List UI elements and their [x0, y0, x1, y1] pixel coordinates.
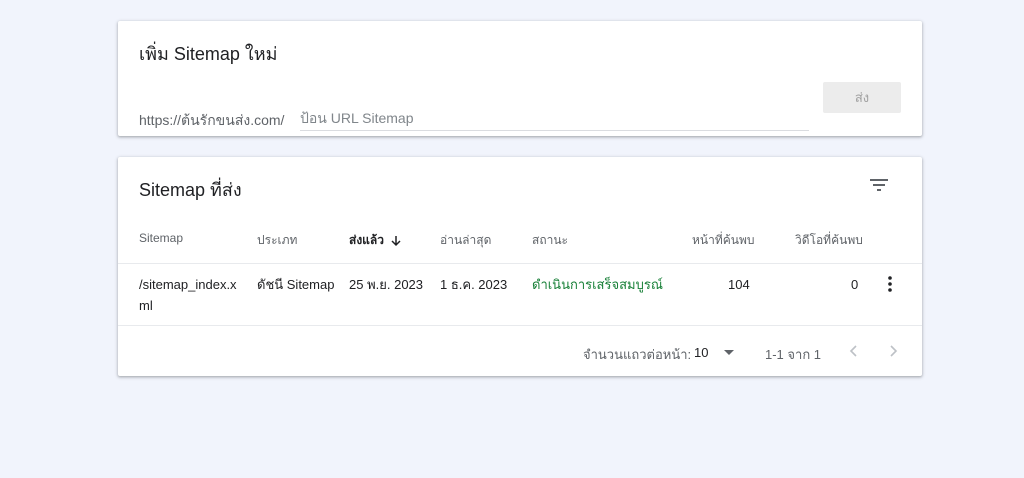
column-header-videos-found[interactable]: วิดีโอที่ค้นพบ	[795, 231, 863, 250]
row-pages-found: 104	[728, 277, 750, 292]
filter-button[interactable]	[867, 173, 891, 197]
url-prefix: https://ต้นรักขนส่ง.com/	[139, 112, 285, 128]
previous-page-button[interactable]	[842, 339, 866, 363]
row-last-read: 1 ธ.ค. 2023	[440, 277, 508, 292]
column-header-status[interactable]: สถานะ	[532, 231, 568, 250]
rows-per-page-select[interactable]: 10	[694, 341, 738, 363]
caret-down-icon	[724, 349, 735, 355]
filter-icon	[870, 179, 888, 191]
rows-per-page-label: จำนวนแถวต่อหน้า:	[583, 347, 692, 362]
next-page-button[interactable]	[881, 339, 905, 363]
rows-per-page-value: 10	[694, 344, 709, 360]
header-divider	[118, 263, 922, 264]
arrow-down-icon	[391, 235, 401, 246]
row-type: ดัชนี Sitemap	[257, 277, 335, 292]
row-divider	[118, 325, 922, 326]
column-header-sitemap[interactable]: Sitemap	[139, 231, 183, 245]
row-submitted: 25 พ.ย. 2023	[349, 277, 424, 292]
row-more-button[interactable]	[880, 274, 900, 294]
column-header-submitted[interactable]: ส่งแล้ว	[349, 231, 402, 250]
more-vert-icon	[888, 276, 892, 292]
add-sitemap-card: เพิ่ม Sitemap ใหม่ https://ต้นรักขนส่ง.c…	[118, 21, 922, 136]
chevron-right-icon	[890, 345, 898, 357]
column-header-type[interactable]: ประเภท	[257, 231, 297, 250]
sitemap-url-input[interactable]	[300, 107, 809, 131]
submitted-sitemaps-card: Sitemap ที่ส่ง Sitemap ประเภท ส่งแล้ว อ่…	[118, 157, 922, 376]
submit-button[interactable]: ส่ง	[823, 82, 901, 113]
chevron-left-icon	[849, 345, 857, 357]
column-header-submitted-label: ส่งแล้ว	[349, 233, 385, 247]
column-header-last-read[interactable]: อ่านล่าสุด	[440, 231, 491, 250]
pagination-range: 1-1 จาก 1	[765, 347, 822, 362]
add-sitemap-title: เพิ่ม Sitemap ใหม่	[139, 44, 278, 64]
column-header-pages-found[interactable]: หน้าที่ค้นพบ	[692, 231, 755, 250]
submitted-sitemaps-title: Sitemap ที่ส่ง	[139, 180, 242, 200]
row-status: ดำเนินการเสร็จสมบูรณ์	[532, 277, 663, 292]
row-videos-found: 0	[851, 277, 859, 292]
row-sitemap[interactable]: /sitemap_index.xml	[139, 274, 239, 316]
